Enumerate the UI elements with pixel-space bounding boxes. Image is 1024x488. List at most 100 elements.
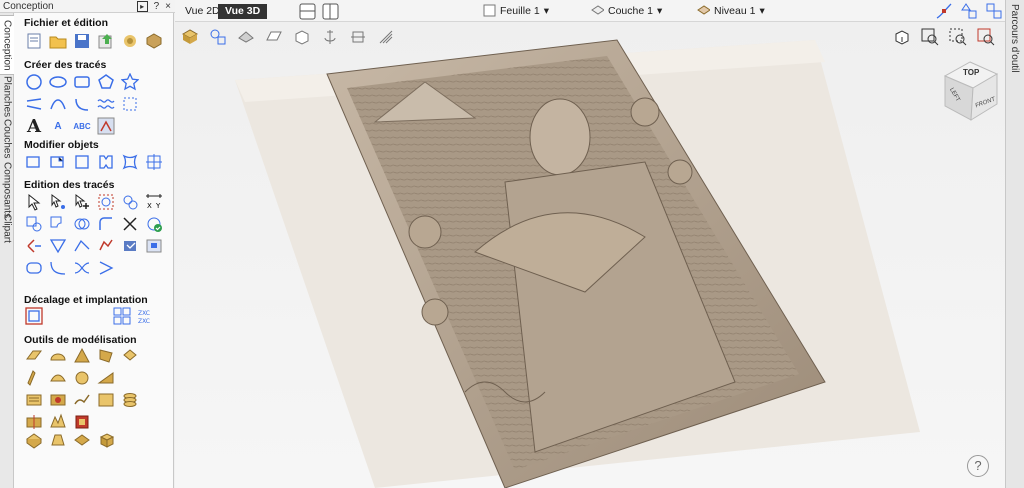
shapes-view-icon[interactable] (209, 28, 227, 46)
rectangle-icon[interactable] (72, 72, 92, 92)
box-view-icon[interactable] (293, 28, 311, 46)
import-icon[interactable] (96, 31, 116, 51)
anchor-icon[interactable] (321, 28, 339, 46)
shape-editor-icon[interactable] (24, 346, 44, 366)
node-edit-icon[interactable] (48, 192, 68, 212)
group-select-icon[interactable] (96, 192, 116, 212)
view-box-icon[interactable] (893, 28, 911, 46)
two-rail-icon[interactable] (96, 346, 116, 366)
save-icon[interactable] (72, 31, 92, 51)
view-cube-top[interactable]: TOP (963, 68, 979, 77)
smooth-relief-icon[interactable] (48, 368, 68, 388)
stack-relief-icon[interactable] (120, 390, 140, 410)
tab-couches[interactable]: Couches (0, 119, 14, 159)
zoom-window-icon[interactable] (949, 28, 967, 46)
clipart-import-icon[interactable] (120, 31, 140, 51)
plane-view-icon[interactable] (265, 28, 283, 46)
ellipse-icon[interactable] (48, 72, 68, 92)
join-icon[interactable] (96, 236, 116, 256)
tab-planches[interactable]: Planches (0, 76, 14, 117)
spline-icon[interactable] (72, 258, 92, 278)
sculpt-icon[interactable] (24, 368, 44, 388)
level-dropdown[interactable]: Niveau 1 ▾ (697, 4, 765, 17)
emboss-icon[interactable] (48, 412, 68, 432)
panel-pin-icon[interactable]: ▸ (136, 1, 148, 12)
toolpath-view-icon[interactable] (377, 28, 395, 46)
merge-relief-icon[interactable] (48, 390, 68, 410)
fade-icon[interactable] (72, 368, 92, 388)
zoom-extents-icon[interactable] (921, 28, 939, 46)
mirror-relief-icon[interactable] (96, 390, 116, 410)
extrude-icon[interactable] (120, 346, 140, 366)
material-view-icon[interactable] (237, 28, 255, 46)
offset-icon[interactable] (24, 306, 44, 326)
node-snap-icon[interactable] (935, 2, 953, 20)
text-on-path-icon[interactable]: A (48, 116, 68, 136)
select-pointer-icon[interactable] (24, 192, 44, 212)
boolean-union-icon[interactable] (24, 214, 44, 234)
zoom-selection-icon[interactable] (977, 28, 995, 46)
chamfer-icon[interactable] (48, 236, 68, 256)
cube-relief-icon[interactable] (96, 430, 116, 450)
chevron-icon[interactable] (96, 258, 116, 278)
trim-icon[interactable] (120, 214, 140, 234)
sheet-dropdown[interactable]: Feuille 1 ▾ (483, 4, 549, 17)
text-arc-icon[interactable]: ABC (72, 116, 92, 136)
tab-conception[interactable]: Conception (0, 15, 14, 75)
create-component-icon[interactable] (72, 412, 92, 432)
view-cube[interactable]: TOP LEFT FRONT (935, 58, 1005, 128)
boolean-intersect-icon[interactable] (72, 214, 92, 234)
fillet-icon[interactable] (96, 214, 116, 234)
bitmap-trace-icon[interactable] (96, 116, 116, 136)
tab-clipart[interactable]: Clipart (0, 213, 14, 243)
tilt-icon[interactable] (96, 368, 116, 388)
arc-icon[interactable] (72, 94, 92, 114)
smooth-icon[interactable] (72, 236, 92, 256)
tab-3d-view[interactable]: Vue 3D (218, 4, 268, 19)
texture-icon[interactable] (24, 390, 44, 410)
help-button[interactable]: ? (967, 455, 989, 477)
mirror-icon[interactable] (96, 152, 116, 172)
text-icon[interactable]: A (24, 116, 44, 137)
section-view-icon[interactable] (349, 28, 367, 46)
selection-mode-icon[interactable] (985, 2, 1003, 20)
open-folder-icon[interactable] (48, 31, 68, 51)
distort-icon[interactable] (120, 152, 140, 172)
shapes-snap-icon[interactable] (960, 2, 978, 20)
bounding-box-icon[interactable] (120, 94, 140, 114)
dimension-icon[interactable]: XY (144, 192, 164, 212)
nesting-icon[interactable] (112, 306, 132, 326)
wave-icon[interactable] (96, 94, 116, 114)
vector-texture-icon[interactable] (144, 236, 164, 256)
rounded-rect-icon[interactable] (24, 258, 44, 278)
weld-icon[interactable] (120, 192, 140, 212)
wrap-icon[interactable] (48, 258, 68, 278)
validate-vectors-icon[interactable] (144, 214, 164, 234)
split-horizontal-icon[interactable] (299, 3, 316, 20)
relief-import-icon[interactable] (144, 31, 164, 51)
bake-icon[interactable] (24, 430, 44, 450)
distort-relief-icon[interactable] (72, 390, 92, 410)
layer-relief-icon[interactable] (72, 430, 92, 450)
circle-icon[interactable] (24, 72, 44, 92)
rotate-icon[interactable] (72, 152, 92, 172)
panel-close-button[interactable]: × (165, 0, 171, 13)
polygon-icon[interactable] (96, 72, 116, 92)
shaded-view-icon[interactable] (181, 28, 199, 46)
3d-viewport[interactable]: TOP LEFT FRONT (175, 22, 1005, 488)
panel-help-button[interactable]: ? (154, 0, 160, 13)
array-copy-icon[interactable]: ZXC ZXC (136, 306, 156, 326)
curve-icon[interactable] (48, 94, 68, 114)
freeze-icon[interactable] (48, 430, 68, 450)
move-icon[interactable] (24, 152, 44, 172)
extend-icon[interactable] (24, 236, 44, 256)
dome-icon[interactable] (48, 346, 68, 366)
pyramid-icon[interactable] (72, 346, 92, 366)
scale-icon[interactable] (48, 152, 68, 172)
boolean-subtract-icon[interactable] (48, 214, 68, 234)
split-vertical-icon[interactable] (322, 3, 339, 20)
toolpath-rail[interactable]: Parcours d'outil (1005, 0, 1024, 488)
new-file-icon[interactable] (24, 31, 44, 51)
add-node-icon[interactable] (72, 192, 92, 212)
slice-relief-icon[interactable] (24, 412, 44, 432)
